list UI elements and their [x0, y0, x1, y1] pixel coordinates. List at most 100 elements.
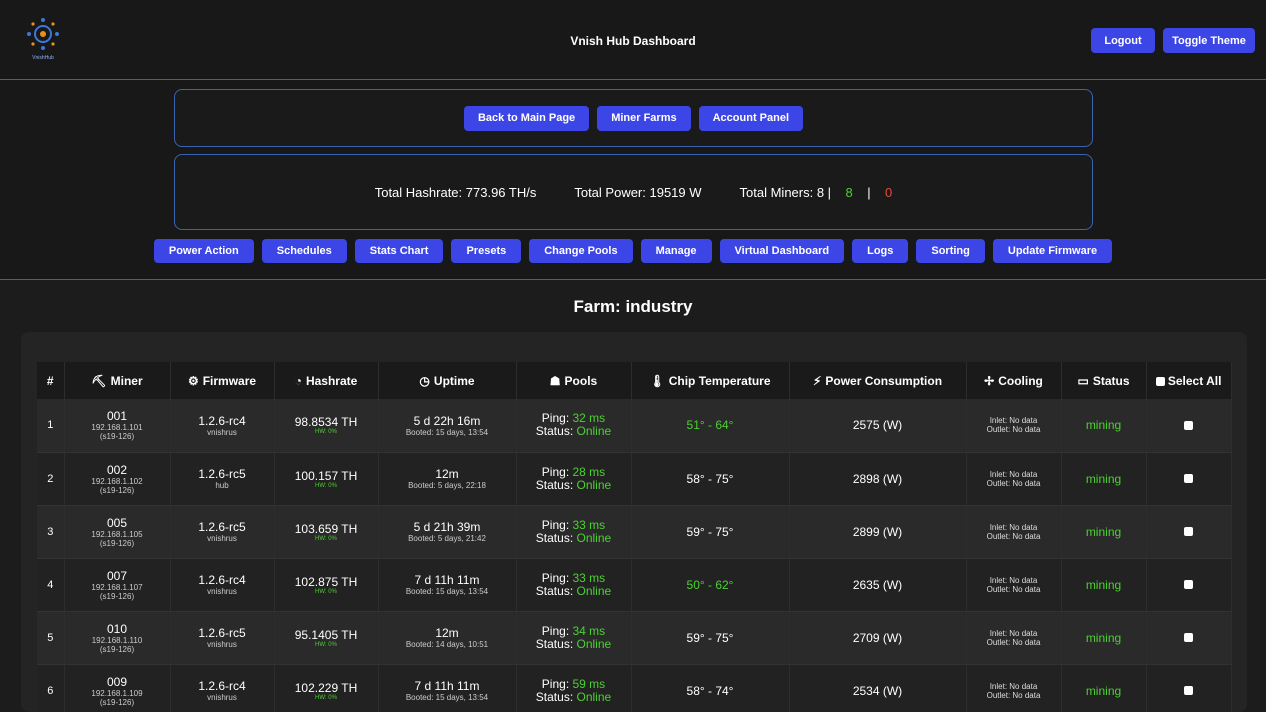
pools-cell[interactable]: Ping: 32 ms Status: Online — [516, 399, 632, 453]
pool-status-label: Status: — [535, 424, 574, 439]
firmware-variant: vnishrus — [207, 640, 237, 649]
logout-button[interactable]: Logout — [1091, 28, 1155, 53]
table-row[interactable]: 3 005 192.168.1.105 (s19-126) 1.2.6-rc5 vnish… — [37, 505, 1232, 559]
miner-id[interactable]: 002 — [65, 463, 170, 477]
account-panel-button[interactable]: Account Panel — [698, 105, 804, 131]
firmware-version: 1.2.6-rc5 — [198, 467, 246, 481]
select-cell[interactable] — [1146, 452, 1232, 506]
row-checkbox[interactable] — [1184, 686, 1193, 696]
col-hashrate[interactable]: ◔ Hashrate — [274, 362, 379, 399]
inlet-value: Inlet: No data — [989, 681, 1038, 691]
logs-button[interactable]: Logs — [852, 239, 909, 263]
row-checkbox[interactable] — [1184, 580, 1193, 590]
status-cell: mining — [1061, 611, 1147, 665]
hashrate-value: 95.1405 TH — [294, 627, 358, 642]
miner-cell[interactable]: 005 192.168.1.105 (s19-126) — [64, 505, 171, 559]
select-cell[interactable] — [1146, 505, 1232, 559]
col-firmware[interactable]: ⚙ Firmware — [170, 362, 275, 399]
col-uptime[interactable]: ◷ Uptime — [378, 362, 517, 399]
col-miner[interactable]: ⛏ Miner — [64, 362, 171, 399]
ping-label: Ping: — [541, 570, 570, 585]
hashrate-cell: 102.229 TH HW: 0% — [274, 664, 379, 712]
inlet-value: Inlet: No data — [989, 469, 1038, 479]
miner-cell[interactable]: 002 192.168.1.102 (s19-126) — [64, 452, 171, 506]
uptime-value: 5 d 22h 16m — [413, 413, 481, 428]
col-chip-temp-label: Chip Temperature — [668, 373, 771, 388]
pools-cell[interactable]: Ping: 34 ms Status: Online — [516, 611, 632, 665]
pools-cell[interactable]: Ping: 33 ms Status: Online — [516, 505, 632, 559]
table-row[interactable]: 5 010 192.168.1.110 (s19-126) 1.2.6-rc5 vnish… — [37, 611, 1232, 665]
col-power[interactable]: ⚡︎ Power Consumption — [789, 362, 967, 399]
pools-cell[interactable]: Ping: 28 ms Status: Online — [516, 452, 632, 506]
miner-id[interactable]: 010 — [65, 622, 170, 636]
manage-button[interactable]: Manage — [640, 239, 712, 263]
miner-cell[interactable]: 010 192.168.1.110 (s19-126) — [64, 611, 171, 665]
status-badge: mining — [1085, 524, 1122, 539]
firmware-variant: vnishrus — [207, 534, 237, 543]
firmware-variant: vnishrus — [207, 427, 237, 437]
miner-farms-button[interactable]: Miner Farms — [597, 105, 691, 131]
miners-table-card: # ⛏ Miner ⚙ Firmware ◔ Hashrate ◷ Uptime ☗ Po… — [21, 332, 1247, 712]
presets-button[interactable]: Presets — [451, 239, 522, 263]
table-row[interactable]: 4 007 192.168.1.107 (s19-126) 1.2.6-rc4 vnish… — [37, 558, 1232, 612]
top-bar: VnishHub Vnish Hub Dashboard Logout Togg… — [0, 0, 1266, 80]
miner-ip: 192.168.1.109 — [91, 688, 143, 698]
col-pools[interactable]: ☗ Pools — [516, 362, 632, 399]
pool-status-label: Status: — [535, 583, 574, 598]
miner-id[interactable]: 001 — [65, 409, 170, 423]
table-row[interactable]: 1 001 192.168.1.101 (s19-126) 1.2.6-rc4 vnish… — [37, 399, 1232, 453]
virtual-dashboard-button[interactable]: Virtual Dashboard — [719, 239, 845, 263]
status-cell: mining — [1061, 452, 1147, 506]
col-status[interactable]: ▭ Status — [1061, 362, 1147, 399]
table-row[interactable]: 2 002 192.168.1.102 (s19-126) 1.2.6-rc5 hub 10… — [37, 452, 1232, 506]
select-cell[interactable] — [1146, 558, 1232, 612]
pools-cell[interactable]: Ping: 33 ms Status: Online — [516, 558, 632, 612]
miner-id[interactable]: 005 — [65, 516, 170, 530]
row-num: 1 — [37, 399, 65, 453]
firmware-cell: 1.2.6-rc4 vnishrus — [170, 664, 275, 712]
row-checkbox[interactable] — [1184, 420, 1193, 430]
col-chip-temp[interactable]: 🌡︎ Chip Temperature — [631, 362, 790, 399]
select-cell[interactable] — [1146, 611, 1232, 665]
col-cooling[interactable]: ✢ Cooling — [966, 362, 1062, 399]
cooling-cell: Inlet: No data Outlet: No data — [966, 611, 1062, 665]
schedules-button[interactable]: Schedules — [261, 239, 347, 263]
ping-value: 34 ms — [572, 623, 606, 638]
miner-model: (s19-126) — [99, 432, 135, 442]
chip-temp-cell: 51° - 64° — [631, 399, 790, 453]
miner-cell[interactable]: 009 192.168.1.109 (s19-126) — [64, 664, 171, 712]
miner-cell[interactable]: 007 192.168.1.107 (s19-126) — [64, 558, 171, 612]
change-pools-button[interactable]: Change Pools — [529, 239, 633, 263]
cooling-cell: Inlet: No data Outlet: No data — [966, 505, 1062, 559]
pool-status-value: Online — [576, 689, 612, 704]
power-value: 2898 (W) — [852, 471, 903, 486]
ping-value: 28 ms — [572, 464, 606, 479]
chip-icon: ⚙ — [187, 373, 199, 388]
ping-label: Ping: — [541, 464, 570, 479]
miner-cell[interactable]: 001 192.168.1.101 (s19-126) — [64, 399, 171, 453]
stats-chart-button[interactable]: Stats Chart — [354, 239, 444, 263]
power-action-button[interactable]: Power Action — [153, 239, 254, 263]
chip-temp-value: 58° - 75° — [686, 471, 734, 486]
pool-status-value: Online — [576, 583, 612, 598]
miner-ip: 192.168.1.110 — [91, 635, 143, 645]
miner-id[interactable]: 007 — [65, 569, 170, 583]
bolt-icon: ⚡︎ — [812, 373, 822, 388]
select-all-checkbox[interactable] — [1155, 376, 1165, 386]
select-cell[interactable] — [1146, 664, 1232, 712]
back-to-main-button[interactable]: Back to Main Page — [463, 105, 590, 131]
col-status-label: Status — [1092, 373, 1130, 388]
ping-value: 33 ms — [572, 517, 606, 532]
select-cell[interactable] — [1146, 399, 1232, 453]
toggle-theme-button[interactable]: Toggle Theme — [1163, 28, 1255, 53]
pools-cell[interactable]: Ping: 59 ms Status: Online — [516, 664, 632, 712]
outlet-value: Outlet: No data — [986, 425, 1041, 435]
row-checkbox[interactable] — [1184, 527, 1193, 537]
miner-id[interactable]: 009 — [65, 675, 170, 689]
col-select-all[interactable]: Select All — [1146, 362, 1232, 399]
sorting-button[interactable]: Sorting — [916, 239, 985, 263]
update-firmware-button[interactable]: Update Firmware — [992, 239, 1113, 263]
row-checkbox[interactable] — [1184, 474, 1193, 484]
row-checkbox[interactable] — [1184, 633, 1193, 643]
table-row[interactable]: 6 009 192.168.1.109 (s19-126) 1.2.6-rc4 vnish… — [37, 664, 1232, 712]
